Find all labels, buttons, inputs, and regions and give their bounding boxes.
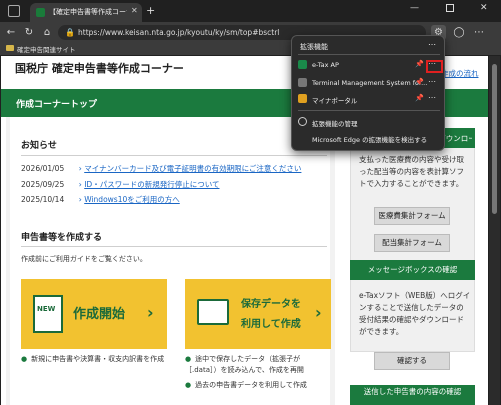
- news-item: 2025/10/14 › Windows10をご利用の方へ: [21, 194, 180, 205]
- bullet-item: ● 新規に申告書や決算書・収支内訳書を作成: [21, 354, 164, 364]
- divider: [21, 246, 327, 247]
- tab-title: 【確定申告書等作成コーナー】-作成...: [49, 8, 127, 16]
- tab-close-icon[interactable]: ✕: [131, 6, 138, 15]
- pin-icon[interactable]: 📌: [415, 94, 424, 102]
- news-link[interactable]: ID・パスワードの新規発行停止について: [84, 180, 219, 189]
- tab-strip: 【確定申告書等作成コーナー】-作成... ✕ + — ✕: [0, 0, 501, 22]
- profile-icon[interactable]: ◯: [452, 26, 466, 39]
- start-label: 作成開始: [73, 307, 126, 322]
- resume-label-line2: 利用して作成: [241, 319, 301, 330]
- medical-form-button[interactable]: 医療費集計フォーム: [374, 207, 450, 225]
- bullet-text: 過去の申告書データを利用して作成: [195, 381, 307, 389]
- confirm-button[interactable]: 確認する: [374, 352, 450, 370]
- window-menu-icon[interactable]: [8, 5, 20, 17]
- extension-label: Terminal Management System for...: [312, 79, 428, 87]
- arrow-icon: ›: [78, 180, 82, 189]
- bullet-text: 新規に申告書や決算書・収支内訳書を作成: [31, 355, 165, 363]
- notice-heading: お知らせ: [21, 141, 57, 151]
- pin-icon[interactable]: 📌: [415, 78, 424, 86]
- scrollbar[interactable]: [489, 56, 500, 405]
- mynaportal-extension-icon: [298, 94, 307, 103]
- lock-icon: 🔒: [65, 28, 75, 37]
- extension-more-icon[interactable]: ⋯: [428, 77, 436, 86]
- site-title: 国税庁 確定申告書等作成コーナー: [15, 62, 184, 75]
- manage-extensions-item[interactable]: 拡張機能の管理: [292, 115, 446, 129]
- extensions-popup: 拡張機能 ⋯ e-Tax AP 📌 ⋯ Terminal Management …: [291, 35, 445, 151]
- popup-more-icon[interactable]: ⋯: [428, 40, 436, 49]
- find-label: Microsoft Edge の拡張機能を検出する: [312, 136, 428, 144]
- new-badge: NEW: [37, 305, 56, 313]
- etax-extension-icon: [298, 60, 307, 69]
- sidebar-text: 支払った医療費の内容や受け取った配当等の内容を表計算ソフトで入力することができま…: [359, 155, 464, 188]
- highlight-box: [426, 60, 443, 73]
- extension-label: e-Tax AP: [312, 61, 339, 69]
- resume-label-line1: 保存データを: [241, 299, 301, 310]
- browser-menu-icon[interactable]: ⋯: [472, 26, 486, 39]
- divider: [298, 54, 440, 55]
- site-favicon-icon: [36, 8, 45, 17]
- home-icon[interactable]: ⌂: [40, 26, 54, 39]
- chevron-right-icon: ›: [147, 303, 154, 322]
- terminal-extension-icon: [298, 78, 307, 87]
- resume-saved-data-card[interactable]: 保存データを 利用して作成 ›: [185, 279, 331, 349]
- extension-item[interactable]: Terminal Management System for... 📌 ⋯: [292, 76, 446, 90]
- refresh-icon[interactable]: ↻: [22, 26, 36, 39]
- new-document-icon: NEW: [33, 295, 63, 333]
- news-date: 2026/01/05: [21, 164, 65, 173]
- news-item: 2026/01/05 › マイナンバーカード及び電子証明書の有効期限にご注意くだ…: [21, 163, 301, 174]
- scrollbar-thumb[interactable]: [492, 64, 497, 214]
- bullet-icon: ●: [21, 355, 28, 363]
- create-heading: 申告書等を作成する: [21, 233, 103, 243]
- message-box-text: e-Taxソフト（WEB版）へログインすることで送信したデータの受付結果の確認や…: [359, 291, 471, 336]
- start-creation-card[interactable]: NEW 作成開始 ›: [21, 279, 167, 349]
- maximize-icon[interactable]: [446, 4, 454, 12]
- pin-icon[interactable]: 📌: [415, 60, 424, 68]
- close-window-icon[interactable]: ✕: [480, 3, 488, 13]
- extension-label: マイナポータル: [312, 97, 358, 105]
- gear-icon: [298, 117, 307, 126]
- minimize-icon[interactable]: —: [410, 3, 419, 13]
- flow-link[interactable]: 作成の流れ: [441, 68, 479, 79]
- divider: [298, 110, 440, 111]
- chevron-right-icon: ›: [315, 303, 322, 322]
- find-extensions-item[interactable]: Microsoft Edge の拡張機能を検出する: [292, 131, 446, 145]
- news-item: 2025/09/25 › ID・パスワードの新規発行停止について: [21, 179, 219, 190]
- extension-more-icon[interactable]: ⋯: [428, 93, 436, 102]
- manage-label: 拡張機能の管理: [312, 120, 358, 128]
- extension-item[interactable]: マイナポータル 📌 ⋯: [292, 92, 446, 106]
- band-label: 作成コーナートップ: [16, 100, 98, 110]
- browser-tab[interactable]: 【確定申告書等作成コーナー】-作成... ✕: [30, 3, 142, 22]
- news-date: 2025/10/14: [21, 195, 65, 204]
- arrow-icon: ›: [78, 164, 82, 173]
- folder-upload-icon: [197, 299, 229, 325]
- new-tab-button[interactable]: +: [146, 4, 155, 17]
- sent-return-heading: 送信した申告書の内容の確認: [350, 385, 475, 405]
- back-arrow-icon[interactable]: ←: [4, 26, 18, 39]
- folder-icon: [6, 45, 14, 51]
- bullet-icon: ●: [185, 355, 192, 363]
- create-subtext: 作成前にご利用ガイドをご覧ください。: [21, 255, 147, 263]
- bullet-item: ● 過去の申告書データを利用して作成: [185, 380, 307, 390]
- popup-title: 拡張機能: [300, 43, 328, 51]
- divider: [21, 155, 327, 156]
- bookmark-folder[interactable]: 確定申告関連サイト: [17, 44, 76, 54]
- url-text: https://www.keisan.nta.go.jp/kyoutu/ky/s…: [78, 28, 280, 37]
- bullet-icon: ●: [185, 381, 192, 389]
- dividend-form-button[interactable]: 配当集計フォーム: [374, 234, 450, 252]
- news-link[interactable]: Windows10をご利用の方へ: [84, 195, 180, 204]
- news-date: 2025/09/25: [21, 180, 65, 189]
- news-link[interactable]: マイナンバーカード及び電子証明書の有効期限にご注意ください: [84, 164, 301, 173]
- extension-item[interactable]: e-Tax AP 📌 ⋯: [292, 58, 446, 72]
- message-box-heading: メッセージボックスの確認: [350, 260, 475, 280]
- bullet-text: 途中で保存したデータ（拡張子が［.data］）を読み込んで、作成を再開: [185, 355, 304, 374]
- bullet-item: ● 途中で保存したデータ（拡張子が［.data］）を読み込んで、作成を再開: [185, 354, 331, 376]
- arrow-icon: ›: [78, 195, 82, 204]
